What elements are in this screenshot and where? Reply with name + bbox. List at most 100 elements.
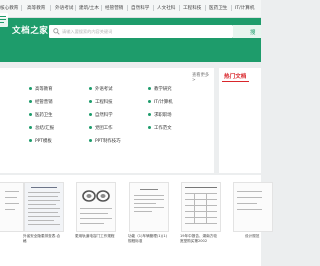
nav-divider: [231, 5, 232, 11]
category-label: 求职职场: [154, 113, 172, 118]
nav-divider: [127, 5, 128, 11]
doc-title[interactable]: 设计规范: [245, 234, 261, 239]
category-panel: 查看更多 > 高等教育 外语考试 教学研究 经管营销 工程科技 IT/计算机 医…: [0, 68, 214, 173]
bullet-icon: [89, 138, 92, 142]
doc-text-line: [134, 203, 156, 204]
category-item[interactable]: 工作范文: [148, 125, 172, 131]
nav-item[interactable]: IT/计算机: [235, 5, 255, 11]
doc-text-line: [5, 209, 15, 210]
doc-title[interactable]: 外省安全隐患排查表-合格: [23, 234, 63, 244]
category-label: 经管营销: [35, 100, 53, 105]
site-name[interactable]: 文档之家: [12, 24, 48, 36]
bullet-icon: [89, 112, 92, 116]
doc-text-line: [185, 205, 217, 206]
doc-text-line: [185, 223, 217, 224]
doc-text-line: [5, 191, 19, 192]
doc-text-line: [80, 208, 112, 209]
search-button[interactable]: 搜: [233, 25, 261, 38]
doc-thumbnail[interactable]: [0, 182, 24, 232]
doc-text-line: [134, 195, 164, 196]
doc-text-line: [185, 193, 217, 194]
nav-divider: [205, 5, 206, 11]
bullet-icon: [89, 125, 92, 129]
category-label: IT/计算机: [154, 100, 173, 105]
doc-text-line: [28, 204, 56, 205]
search-input[interactable]: 请输入要搜索的内容关键词: [49, 25, 233, 38]
category-item[interactable]: 外语考试: [89, 86, 113, 92]
category-item[interactable]: 高等教育: [29, 86, 53, 92]
bullet-icon: [148, 86, 151, 90]
doc-text-line: [28, 208, 60, 209]
category-item[interactable]: 医药卫生: [29, 112, 53, 118]
hot-title: 热门文档: [224, 74, 247, 80]
category-item[interactable]: PPT模板: [29, 138, 52, 144]
nav-item[interactable]: 人文社科: [157, 5, 175, 11]
doc-thumbnail[interactable]: [129, 182, 169, 232]
category-item[interactable]: 总结/汇报: [29, 125, 54, 131]
nav-divider: [179, 5, 180, 11]
doc-text-line: [80, 223, 104, 224]
category-item[interactable]: 求职职场: [148, 112, 172, 118]
doc-text-line: [31, 187, 57, 188]
category-label: PPT制作技巧: [95, 139, 121, 144]
hot-panel: 热门文档: [219, 68, 261, 173]
doc-text-line: [80, 213, 108, 214]
doc-title[interactable]: 19年中报告、湖南方较宽型购买第2002: [180, 234, 220, 244]
search-button-label: 搜: [250, 30, 256, 36]
doc-text-line: [134, 207, 164, 208]
doc-text-line: [28, 212, 58, 213]
bullet-icon: [148, 112, 151, 116]
doc-text-line: [134, 211, 152, 212]
doc-text-line: [28, 224, 60, 225]
category-label: 自然科学: [95, 113, 113, 118]
doc-text-line: [140, 189, 158, 190]
doc-text-line: [28, 216, 60, 217]
doc-text-line: [5, 203, 19, 204]
more-link[interactable]: 查看更多 >: [192, 72, 214, 83]
nav-item[interactable]: 自然科学: [131, 5, 149, 11]
category-item[interactable]: PPT制作技巧: [89, 138, 121, 144]
bullet-icon: [89, 99, 92, 103]
nav-divider: [101, 5, 102, 11]
nav-item[interactable]: 工程科技: [183, 5, 201, 11]
category-item[interactable]: 党团工作: [89, 125, 113, 131]
doc-text-line: [237, 191, 262, 192]
category-item[interactable]: 自然科学: [89, 112, 113, 118]
nav-item[interactable]: 外语考试: [55, 5, 73, 11]
nav-item[interactable]: 经管营销: [105, 5, 123, 11]
category-label: 医药卫生: [35, 113, 53, 118]
hot-title-underline: [222, 81, 249, 82]
doc-title[interactable]: 功能（1)车辆管理(1)(1) 规程标准: [128, 234, 168, 244]
doc-text-line: [185, 217, 217, 218]
nav-divider: [153, 5, 154, 11]
bullet-icon: [148, 99, 151, 103]
bullet-icon: [89, 86, 92, 90]
category-item[interactable]: 工程科技: [89, 99, 113, 105]
category-item[interactable]: 教学研究: [148, 86, 172, 92]
doc-text-line: [28, 220, 54, 221]
bullet-icon: [148, 125, 151, 129]
doc-table-rule: [206, 193, 207, 224]
nav-item[interactable]: 建筑/土木: [79, 5, 99, 11]
nav-item[interactable]: 医药卫生: [209, 5, 227, 11]
category-item[interactable]: 经管营销: [29, 99, 53, 105]
nav-item[interactable]: 高等教育: [27, 5, 45, 11]
doc-text-line: [237, 197, 262, 198]
bullet-icon: [29, 99, 32, 103]
doc-title[interactable]: 更用轨道电容门工作规程: [75, 234, 115, 239]
category-item[interactable]: IT/计算机: [148, 99, 173, 105]
doc-text-line: [185, 211, 217, 212]
doc-thumbnail[interactable]: [181, 182, 221, 232]
doc-thumbnail[interactable]: [233, 182, 273, 232]
bullet-icon: [29, 112, 32, 116]
nav-divider: [21, 5, 22, 11]
search-icon: [53, 28, 60, 35]
doc-thumbnail[interactable]: [24, 182, 64, 232]
top-nav: 核心教育 高等教育 外语考试 建筑/土木 经管营销 自然科学 人文社科 工程科技…: [0, 0, 261, 18]
category-label: 工程科技: [95, 100, 113, 105]
category-label: 教学研究: [154, 87, 172, 92]
doc-thumbnail[interactable]: [76, 182, 116, 232]
nav-divider: [75, 5, 76, 11]
search-placeholder: 请输入要搜索的内容关键词: [62, 29, 113, 34]
bullet-icon: [29, 138, 32, 142]
